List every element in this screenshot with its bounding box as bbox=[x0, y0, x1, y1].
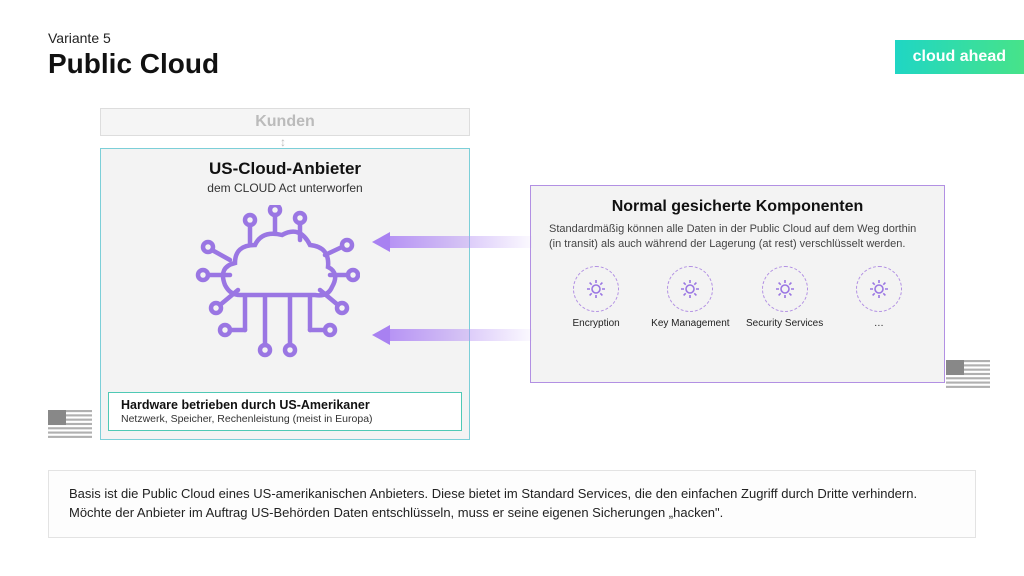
gear-icon bbox=[762, 266, 808, 312]
security-item-label: Security Services bbox=[746, 318, 823, 330]
hardware-title: Hardware betrieben durch US-Amerikaner bbox=[121, 398, 449, 412]
arrow-left-icon bbox=[372, 232, 532, 252]
security-item-encryption: Encryption bbox=[551, 266, 641, 330]
security-item-label: Key Management bbox=[651, 318, 729, 330]
arrow-left-icon bbox=[372, 325, 532, 345]
gear-icon bbox=[667, 266, 713, 312]
cloud-provider-title: US-Cloud-Anbieter bbox=[101, 159, 469, 179]
customers-label: Kunden bbox=[255, 113, 315, 130]
hardware-box: Hardware betrieben durch US-Amerikaner N… bbox=[108, 392, 462, 431]
security-description: Standardmäßig können alle Daten in der P… bbox=[549, 222, 926, 252]
hardware-subtitle: Netzwerk, Speicher, Rechenleistung (meis… bbox=[121, 413, 449, 425]
security-components-box: Normal gesicherte Komponenten Standardmä… bbox=[530, 185, 945, 383]
us-flag-icon bbox=[48, 410, 92, 438]
brand-badge: cloud ahead bbox=[895, 40, 1024, 74]
security-item-label: Encryption bbox=[573, 318, 620, 330]
security-item-security-services: Security Services bbox=[740, 266, 830, 330]
security-item-label: … bbox=[874, 318, 884, 330]
security-title: Normal gesicherte Komponenten bbox=[549, 198, 926, 216]
cloud-network-icon bbox=[190, 205, 360, 360]
gear-icon bbox=[856, 266, 902, 312]
security-item-more: … bbox=[834, 266, 924, 330]
footer-description: Basis ist die Public Cloud eines US-amer… bbox=[48, 470, 976, 538]
page-subtitle: Variante 5 bbox=[48, 30, 219, 46]
page-title: Public Cloud bbox=[48, 48, 219, 80]
customers-box: Kunden bbox=[100, 108, 470, 136]
page-header: Variante 5 Public Cloud bbox=[48, 30, 219, 80]
security-item-key-management: Key Management bbox=[645, 266, 735, 330]
us-flag-icon bbox=[946, 360, 990, 388]
security-icons-row: Encryption Key Management Security Servi… bbox=[549, 266, 926, 330]
gear-icon bbox=[573, 266, 619, 312]
cloud-provider-subtitle: dem CLOUD Act unterworfen bbox=[101, 181, 469, 195]
bidirectional-arrow-icon: ↕ bbox=[280, 135, 286, 149]
